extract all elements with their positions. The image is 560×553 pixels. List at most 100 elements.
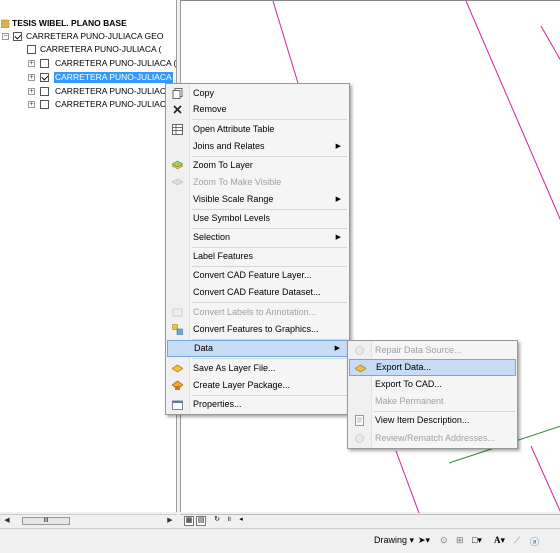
menu-label: Convert Labels to Annotation... (193, 307, 317, 317)
menu-item-export-to-cad[interactable]: Export To CAD... (349, 376, 516, 393)
menu-item-export-data[interactable]: Export Data... (349, 359, 516, 376)
select-arrow-icon[interactable]: ➤▾ (418, 535, 430, 546)
menu-item-remove[interactable]: Remove (167, 101, 348, 118)
menu-label: Save As Layer File... (193, 363, 276, 373)
zoom-visible-icon (172, 178, 183, 186)
layer-name: CARRETERA PUNO-JULIACA ( (55, 58, 177, 68)
menu-label: Review/Rematch Addresses... (375, 433, 496, 443)
layer-file-icon (172, 364, 183, 373)
submenu-arrow-icon: ▶ (335, 234, 341, 241)
expand-toggle[interactable]: + (28, 88, 35, 95)
menu-label: Export To CAD... (375, 379, 442, 389)
toc-horizontal-scrollbar[interactable]: ◀ III ▶ (0, 514, 177, 526)
menu-item-joins-relates[interactable]: Joins and Relates ▶ (167, 138, 348, 155)
layer-name: CARRETERA PUNO-JULIACA (55, 99, 172, 109)
table-icon (172, 124, 183, 135)
menu-label: Convert CAD Feature Dataset... (193, 287, 321, 297)
item-description-icon (355, 415, 364, 426)
menu-item-review-rematch: Review/Rematch Addresses... (349, 430, 516, 447)
scroll-thumb[interactable]: III (22, 517, 70, 525)
refresh-icon[interactable]: ↻ (212, 516, 222, 526)
menu-item-convert-cad-feature-layer[interactable]: Convert CAD Feature Layer... (167, 267, 348, 284)
menu-label: Convert Features to Graphics... (193, 324, 319, 334)
layer-package-icon (172, 380, 183, 390)
scroll-right-arrow-icon[interactable]: ▶ (165, 516, 175, 526)
menu-item-save-layer-file[interactable]: Save As Layer File... (167, 360, 348, 377)
expand-toggle[interactable]: + (28, 101, 35, 108)
menu-item-open-attribute-table[interactable]: Open Attribute Table (167, 121, 348, 138)
road-line (272, 1, 302, 94)
menu-label: Export Data... (376, 362, 432, 372)
layer-name: CARRETERA PUNO-JULIACA GEO (26, 31, 164, 41)
menu-label: Properties... (193, 399, 242, 409)
menu-item-zoom-to-make-visible: Zoom To Make Visible (167, 174, 348, 191)
pause-icon[interactable]: ॥ (224, 516, 234, 526)
layer-visibility-checkbox[interactable] (40, 73, 49, 82)
road-line (530, 445, 560, 512)
edit-vertices-icon[interactable]: ⟋ (514, 535, 520, 546)
menu-label: Repair Data Source... (375, 345, 462, 355)
submenu-arrow-icon: ▶ (335, 196, 341, 203)
features-graphics-icon (172, 324, 183, 335)
menu-label: Make Permanent (375, 396, 444, 406)
menu-item-use-symbol-levels[interactable]: Use Symbol Levels (167, 210, 348, 227)
collapse-toggle[interactable]: − (2, 33, 9, 40)
layer-visibility-checkbox[interactable] (40, 59, 49, 68)
drawing-menu[interactable]: Drawing ▾ (374, 535, 414, 546)
copy-icon (172, 88, 183, 99)
road-line (395, 450, 420, 513)
menu-item-selection[interactable]: Selection ▶ (167, 229, 348, 246)
menu-item-label-features[interactable]: Label Features (167, 248, 348, 265)
layer-visibility-checkbox[interactable] (27, 45, 36, 54)
layer-context-menu: Copy Remove Open Attribute Table Joins a… (165, 83, 350, 415)
font-icon[interactable]: ⓐ (530, 535, 539, 548)
zoom-element-icon[interactable]: ⊞ (456, 535, 464, 546)
menu-item-copy[interactable]: Copy (167, 85, 348, 102)
menu-item-zoom-to-layer[interactable]: Zoom To Layer (167, 157, 348, 174)
road-line (540, 25, 560, 61)
scroll-left-icon[interactable]: ◂ (236, 516, 246, 526)
data-view-icon[interactable]: ▦ (184, 516, 194, 526)
layout-view-icon[interactable]: ▤ (196, 516, 206, 526)
menu-label: Data (194, 343, 214, 353)
menu-label: Label Features (193, 251, 254, 261)
submenu-arrow-icon: ▶ (334, 345, 340, 352)
menu-label: Zoom To Make Visible (193, 177, 282, 187)
rotate-icon[interactable]: ⊙ (440, 535, 448, 546)
layer-name: CARRETERA PUNO-JULIACA ( (40, 44, 162, 54)
menu-item-data[interactable]: Data ▶ (167, 340, 348, 357)
menu-label: Visible Scale Range (193, 194, 274, 204)
layer-visibility-checkbox[interactable] (40, 87, 49, 96)
labels-annotation-icon (172, 308, 183, 317)
export-data-icon (355, 364, 366, 373)
layer-name: CARRETERA PUNO-JULIACA (55, 86, 172, 96)
data-frame-name: TESIS WIBEL. PLANO BASE (12, 18, 127, 28)
expand-toggle[interactable]: + (28, 60, 35, 67)
remove-x-icon (173, 105, 182, 114)
menu-item-properties[interactable]: Properties... (167, 396, 348, 413)
zoom-layer-icon (172, 160, 183, 170)
expand-toggle[interactable]: + (28, 74, 35, 81)
menu-item-view-item-description[interactable]: View Item Description... (349, 412, 516, 429)
text-tool-icon[interactable]: A▾ (494, 535, 505, 546)
layer-visibility-checkbox[interactable] (13, 32, 22, 41)
menu-separator (192, 358, 347, 359)
menu-item-create-layer-package[interactable]: Create Layer Package... (167, 377, 348, 394)
menu-item-convert-features-graphics[interactable]: Convert Features to Graphics... (167, 321, 348, 338)
map-view-bar: ▦ ▤ ↻ ॥ ◂ (180, 514, 560, 526)
layer-visibility-checkbox[interactable] (40, 100, 49, 109)
scroll-left-arrow-icon[interactable]: ◀ (2, 516, 12, 526)
menu-item-visible-scale-range[interactable]: Visible Scale Range ▶ (167, 191, 348, 208)
menu-label: View Item Description... (375, 415, 470, 425)
menu-label: Convert CAD Feature Layer... (193, 270, 312, 280)
arcmap-window: TESIS WIBEL. PLANO BASE − CARRETERA PUNO… (0, 0, 560, 553)
text-tool-label: A (494, 535, 501, 545)
rectangle-icon[interactable]: □▾ (472, 535, 482, 546)
drawing-toolbar: Drawing ▾ ➤▾ ⊙ ⊞ □▾ A▾ ⟋ ⓐ (0, 528, 560, 553)
menu-item-convert-labels-annotation: Convert Labels to Annotation... (167, 304, 348, 321)
table-of-contents: TESIS WIBEL. PLANO BASE − CARRETERA PUNO… (0, 0, 177, 512)
menu-label: Copy (193, 88, 215, 98)
drawing-label: Drawing (374, 535, 408, 545)
menu-item-convert-cad-feature-dataset[interactable]: Convert CAD Feature Dataset... (167, 284, 348, 301)
layers-icon (1, 19, 10, 28)
